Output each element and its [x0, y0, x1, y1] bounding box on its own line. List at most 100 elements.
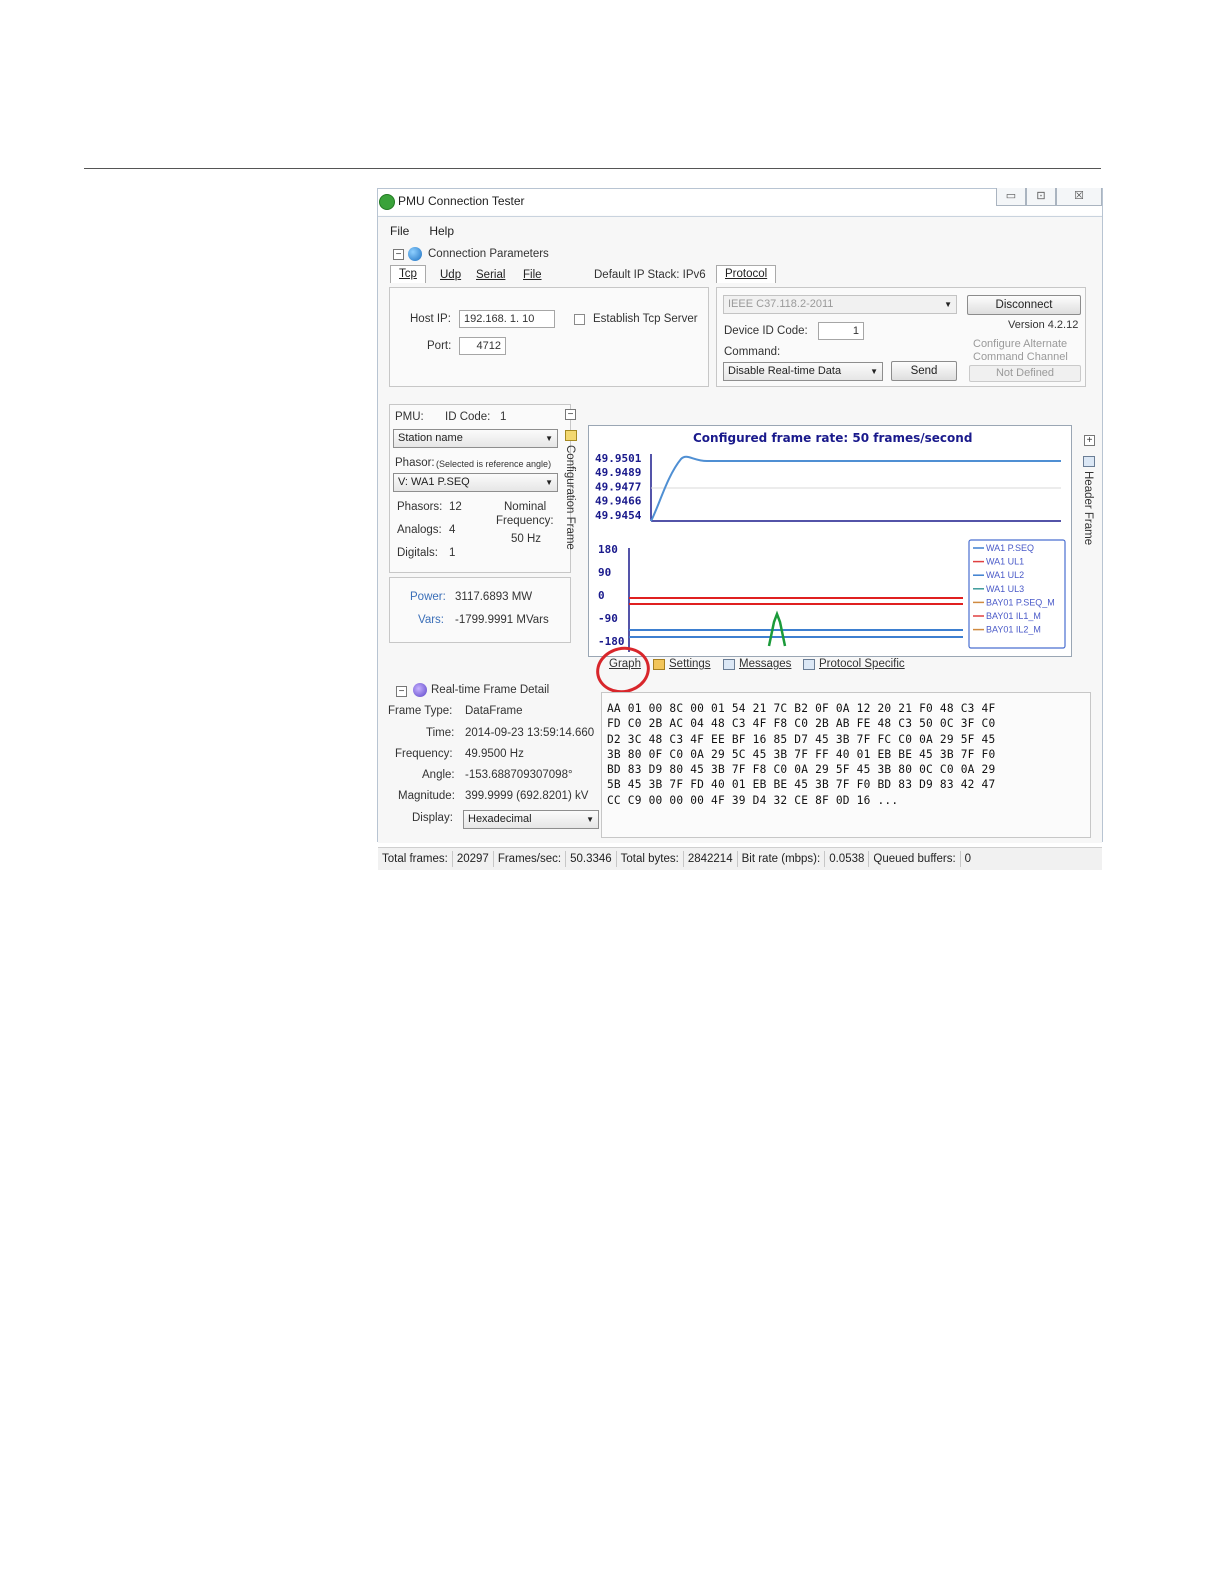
tab-tcp[interactable]: Tcp	[390, 265, 426, 283]
port-label: Port:	[427, 340, 452, 352]
menu-help[interactable]: Help	[429, 224, 454, 238]
bit-rate-value: 0.0538	[829, 853, 865, 865]
angle-value: -153.688709307098°	[465, 769, 573, 781]
chevron-down-icon: ▼	[545, 434, 553, 443]
configure-alternate-link[interactable]: Configure Alternate	[973, 338, 1067, 350]
protocol-select-value: IEEE C37.118.2-2011	[728, 298, 834, 310]
angle-tick-label: 90	[598, 566, 611, 579]
protocol-specific-icon	[803, 659, 815, 670]
device-id-input[interactable]: 1	[818, 322, 864, 340]
display-select[interactable]: Hexadecimal ▼	[463, 810, 599, 829]
chevron-down-icon: ▼	[586, 815, 594, 824]
host-ip-label: Host IP:	[410, 313, 451, 325]
port-input[interactable]: 4712	[459, 337, 506, 355]
power-label: Power:	[410, 591, 446, 603]
frame-type-value: DataFrame	[465, 705, 523, 717]
pmu-collapse-button[interactable]: −	[565, 409, 576, 420]
station-select[interactable]: Station name ▼	[393, 429, 558, 448]
header-expand-button[interactable]: +	[1084, 435, 1095, 446]
frame-detail-collapse-button[interactable]: −	[396, 686, 407, 697]
display-label: Display:	[412, 812, 453, 824]
tab-protocol[interactable]: Protocol	[716, 265, 777, 283]
tab-protocol-specific[interactable]: Protocol Specific	[819, 658, 905, 670]
frame-type-label: Frame Type:	[388, 705, 453, 717]
magnitude-label: Magnitude:	[398, 790, 455, 802]
display-select-value: Hexadecimal	[468, 813, 532, 825]
phasor-note: (Selected is reference angle)	[436, 459, 552, 469]
tab-messages[interactable]: Messages	[739, 658, 791, 670]
legend-entry: BAY01 IL1_M	[986, 611, 1041, 621]
bit-rate-label: Bit rate (mbps):	[741, 853, 821, 865]
header-frame-tab[interactable]: Header Frame	[1082, 471, 1094, 545]
frequency-detail-value: 49.9500 Hz	[465, 748, 524, 760]
hex-line: D2 3C 48 C3 4F EE BF 16 85 D7 45 3B 7F F…	[607, 732, 996, 746]
establish-server-checkbox[interactable]	[574, 314, 585, 325]
time-value: 2014-09-23 13:59:14.660	[465, 727, 595, 739]
connection-collapse-button[interactable]: −	[393, 249, 404, 260]
frame-detail-title: Real-time Frame Detail	[431, 684, 550, 696]
id-code-value: 1	[500, 411, 507, 423]
chevron-down-icon: ▼	[870, 367, 878, 376]
hex-dump: AA 01 00 8C 00 01 54 21 7C B2 0F 0A 12 2…	[607, 701, 995, 808]
app-window: PMU Connection Tester ▭ ⊡ ☒ File Help − …	[377, 188, 1103, 870]
graph-svg: Configured frame rate: 50 frames/second …	[595, 431, 1066, 652]
nominal-label: Nominal	[504, 501, 547, 513]
freq-tick-label: 49.9454	[595, 509, 642, 522]
phasor-select[interactable]: V: WA1 P.SEQ ▼	[393, 473, 558, 492]
legend-entry: BAY01 IL2_M	[986, 625, 1041, 635]
legend-entry: WA1 UL2	[986, 570, 1024, 580]
digitals-label: Digitals:	[397, 547, 438, 559]
app-icon	[379, 194, 395, 210]
power-panel	[389, 577, 571, 643]
header-frame-icon[interactable]	[1083, 456, 1095, 467]
configuration-frame-icon[interactable]	[565, 430, 577, 441]
send-button[interactable]: Send	[891, 361, 957, 381]
phasors-value: 12	[449, 501, 462, 513]
status-bar: Total frames: 20297 Frames/sec: 50.3346 …	[378, 847, 1102, 870]
command-select[interactable]: Disable Real-time Data ▼	[723, 362, 883, 381]
not-defined-button[interactable]: Not Defined	[969, 365, 1081, 382]
disconnect-button[interactable]: Disconnect	[967, 295, 1081, 315]
total-frames-label: Total frames:	[382, 853, 448, 865]
angle-label: Angle:	[422, 769, 455, 781]
title-bar[interactable]: PMU Connection Tester ▭ ⊡ ☒	[378, 188, 1102, 215]
freq-tick-label: 49.9489	[595, 466, 641, 479]
legend-entry: WA1 P.SEQ	[986, 543, 1034, 553]
angle-tick-label: -90	[598, 612, 618, 625]
graph-title: Configured frame rate: 50 frames/second	[693, 431, 972, 445]
queued-label: Queued buffers:	[873, 853, 956, 865]
frequency-trace	[650, 455, 1061, 522]
establish-server-label: Establish Tcp Server	[593, 313, 698, 325]
menu-file[interactable]: File	[390, 224, 409, 238]
hex-line: FD C0 2B AC 04 48 C3 4F F8 C0 2B AB FE 4…	[607, 717, 996, 731]
close-button[interactable]: ☒	[1056, 188, 1102, 206]
tab-udp[interactable]: Udp	[440, 269, 461, 281]
analogs-value: 4	[449, 524, 456, 536]
connection-panel	[389, 287, 709, 387]
protocol-select[interactable]: IEEE C37.118.2-2011 ▼	[723, 295, 957, 314]
configuration-frame-tab[interactable]: Configuration Frame	[564, 445, 576, 550]
phasor-label: Phasor:	[395, 457, 435, 469]
vars-label: Vars:	[418, 614, 444, 626]
maximize-button[interactable]: ⊡	[1026, 188, 1056, 206]
legend-entry: WA1 UL1	[986, 557, 1024, 567]
tab-file[interactable]: File	[523, 269, 542, 281]
tab-serial[interactable]: Serial	[476, 269, 505, 281]
phasors-label: Phasors:	[397, 501, 443, 513]
frequency-label: Frequency:	[496, 515, 554, 527]
chevron-down-icon: ▼	[944, 300, 952, 309]
pmu-label: PMU:	[395, 411, 424, 423]
command-label: Command:	[724, 346, 781, 358]
freq-axis-ticks: 49.950149.948949.9477 49.946649.9454	[595, 452, 642, 522]
command-channel-label: Command Channel	[973, 351, 1068, 363]
minimize-button[interactable]: ▭	[996, 188, 1026, 206]
total-bytes-label: Total bytes:	[620, 853, 679, 865]
tab-settings[interactable]: Settings	[669, 658, 711, 670]
hex-line: 3B 80 0F C0 0A 29 5C 45 3B 7F FF 40 01 E…	[607, 747, 996, 761]
host-ip-input[interactable]: 192.168. 1. 10	[459, 310, 555, 328]
settings-icon	[653, 659, 665, 670]
digitals-value: 1	[449, 547, 456, 559]
menu-bar: File Help	[390, 224, 454, 238]
version-label: Version 4.2.12	[1008, 319, 1079, 331]
phasor-select-value: V: WA1 P.SEQ	[398, 476, 470, 488]
